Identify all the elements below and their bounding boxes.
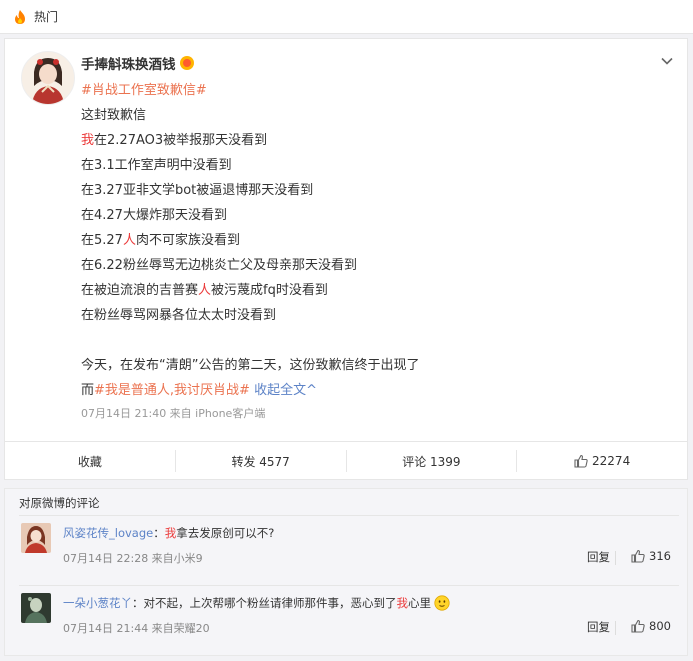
divider: [615, 551, 616, 565]
vip-badge-icon: [179, 56, 194, 70]
comment-colon: ：: [153, 526, 165, 540]
post-text-line: 今天，在发布“清朗”公告的第二天，这份致歉信终于出现了: [81, 353, 671, 378]
comment-colon: ：: [132, 596, 144, 610]
divider: [19, 515, 679, 516]
comment-meta: 07月14日 21:44 来自荣耀20: [63, 622, 210, 635]
text-segment: 对不起，上次帮哪个粉丝请律师那件事，恶心到了: [143, 596, 397, 610]
favorite-label: 收藏: [77, 454, 102, 469]
post-username[interactable]: 手捧斛珠换酒钱: [81, 53, 194, 73]
text-segment: 在被迫流浪的吉普赛: [81, 283, 199, 298]
thumbs-up-icon: [574, 454, 588, 468]
post-text-line: 在3.27亚非文学bot被逼退博那天没看到: [81, 178, 671, 203]
post-text-line: 而#我是普通人,我讨厌肖战# 收起全文^: [81, 378, 671, 403]
comment-text: 我拿去发原创可以不?: [165, 525, 275, 541]
post-text-line: 在粉丝辱骂网暴各位太太时没看到: [81, 303, 671, 328]
text-segment: 今天，在发布“清朗”公告的第二天，这份致歉信终于出现了: [81, 358, 420, 373]
comment-item: 一朵小葱花丫 ： 对不起，上次帮哪个粉丝请律师那件事，恶心到了我心里 07月14…: [19, 589, 679, 661]
collapse-link[interactable]: ^: [306, 383, 317, 398]
topic-tag-link[interactable]: #肖战工作室致歉信#: [81, 79, 207, 98]
text-segment: 我: [81, 133, 95, 148]
thumbs-up-icon: [631, 619, 645, 633]
fire-icon: [12, 9, 28, 25]
post-text-line: 在6.22粉丝辱骂无边桃炎亡父及母亲那天没看到: [81, 253, 671, 278]
text-segment: 而: [81, 383, 95, 398]
text-segment: 人: [198, 283, 212, 298]
comment-like-count: 800: [649, 619, 671, 633]
comment-content: 风姿花传_lovage ： 我拿去发原创可以不?: [63, 525, 274, 541]
favorite-button[interactable]: 收藏: [5, 450, 176, 472]
top-bar: 热门: [0, 0, 693, 34]
text-segment: 在4.27大爆炸那天没看到: [81, 208, 227, 223]
collapse-link[interactable]: 收起全文: [250, 383, 306, 398]
weibo-post-card: 手捧斛珠换酒钱 #肖战工作室致歉信# 这封致歉信我在2.27AO3被举报那天没看…: [4, 38, 688, 480]
post-text-line: [81, 328, 671, 353]
post-text-line: 在5.27人肉不可家族没看到: [81, 228, 671, 253]
post-text-line: 这封致歉信: [81, 103, 671, 128]
comment-avatar[interactable]: [21, 593, 51, 623]
repost-label: 转发 4577: [231, 454, 290, 469]
top-bar-title: 热门: [34, 10, 59, 24]
comment-button[interactable]: 评论 1399: [347, 450, 518, 472]
text-segment: 我: [396, 596, 409, 610]
comment-text: 对不起，上次帮哪个粉丝请律师那件事，恶心到了我心里: [144, 595, 432, 611]
text-segment: 在5.27: [81, 233, 123, 248]
topic-tag-link[interactable]: #我是普通人,我讨厌肖战#: [94, 383, 250, 398]
comment-label: 评论 1399: [402, 454, 461, 469]
text-segment: 人: [122, 233, 136, 248]
divider: [615, 621, 616, 635]
post-text-line: 在4.27大爆炸那天没看到: [81, 203, 671, 228]
repost-button[interactable]: 转发 4577: [176, 450, 347, 472]
comment-content: 一朵小葱花丫 ： 对不起，上次帮哪个粉丝请律师那件事，恶心到了我心里: [63, 595, 450, 611]
comment-avatar[interactable]: [21, 523, 51, 553]
text-segment: 在6.22粉丝辱骂无边桃炎亡父及母亲那天没看到: [81, 258, 357, 273]
post-username-text[interactable]: 手捧斛珠换酒钱: [81, 53, 176, 73]
comment-item: 风姿花传_lovage ： 我拿去发原创可以不? 07月14日 22:28 来自…: [19, 519, 679, 591]
post-text-line: 我在2.27AO3被举报那天没看到: [81, 128, 671, 153]
original-comments-panel: 对原微博的评论 风姿花传_lovage ： 我拿去发原创可以不? 07月14日 …: [4, 488, 688, 656]
avatar[interactable]: [21, 51, 75, 105]
reply-button[interactable]: 回复: [587, 619, 610, 635]
post-actions: 收藏 转发 4577 评论 1399 22274: [5, 441, 687, 480]
comment-user-link[interactable]: 风姿花传_lovage: [63, 525, 153, 541]
emoji-smile-icon: [434, 595, 450, 611]
thumbs-up-icon: [631, 549, 645, 563]
text-segment: 肉不可家族没看到: [135, 233, 240, 248]
text-segment: 拿去发原创可以不?: [176, 526, 275, 540]
divider: [19, 585, 679, 586]
post-text-line: 在3.1工作室声明中没看到: [81, 153, 671, 178]
text-segment: 在2.27AO3被举报那天没看到: [94, 133, 268, 148]
comment-like-button[interactable]: 316: [631, 549, 671, 563]
text-segment: 在粉丝辱骂网暴各位太太时没看到: [81, 308, 277, 323]
text-segment: 在3.27亚非文学bot被逼退博那天没看到: [81, 183, 314, 198]
text-segment: 这封致歉信: [81, 108, 147, 123]
post-text-line: 在被迫流浪的吉普赛人被污蔑成fq时没看到: [81, 278, 671, 303]
text-segment: 我: [164, 526, 177, 540]
text-segment: 被污蔑成fq时没看到: [211, 283, 328, 298]
like-count: 22274: [592, 454, 631, 468]
comment-user-link[interactable]: 一朵小葱花丫: [63, 595, 132, 611]
text-segment: 在3.1工作室声明中没看到: [81, 158, 232, 173]
text-segment: 心里: [408, 596, 431, 610]
comment-meta: 07月14日 22:28 来自小米9: [63, 552, 203, 565]
like-button[interactable]: 22274: [517, 450, 687, 472]
post-body: 这封致歉信我在2.27AO3被举报那天没看到在3.1工作室声明中没看到在3.27…: [81, 103, 671, 403]
post-meta: 07月14日 21:40 来自 iPhone客户端: [81, 407, 266, 420]
chevron-down-icon[interactable]: [661, 55, 673, 67]
comment-like-button[interactable]: 800: [631, 619, 671, 633]
comments-header: 对原微博的评论: [19, 496, 100, 510]
comment-like-count: 316: [649, 549, 671, 563]
reply-button[interactable]: 回复: [587, 549, 610, 565]
